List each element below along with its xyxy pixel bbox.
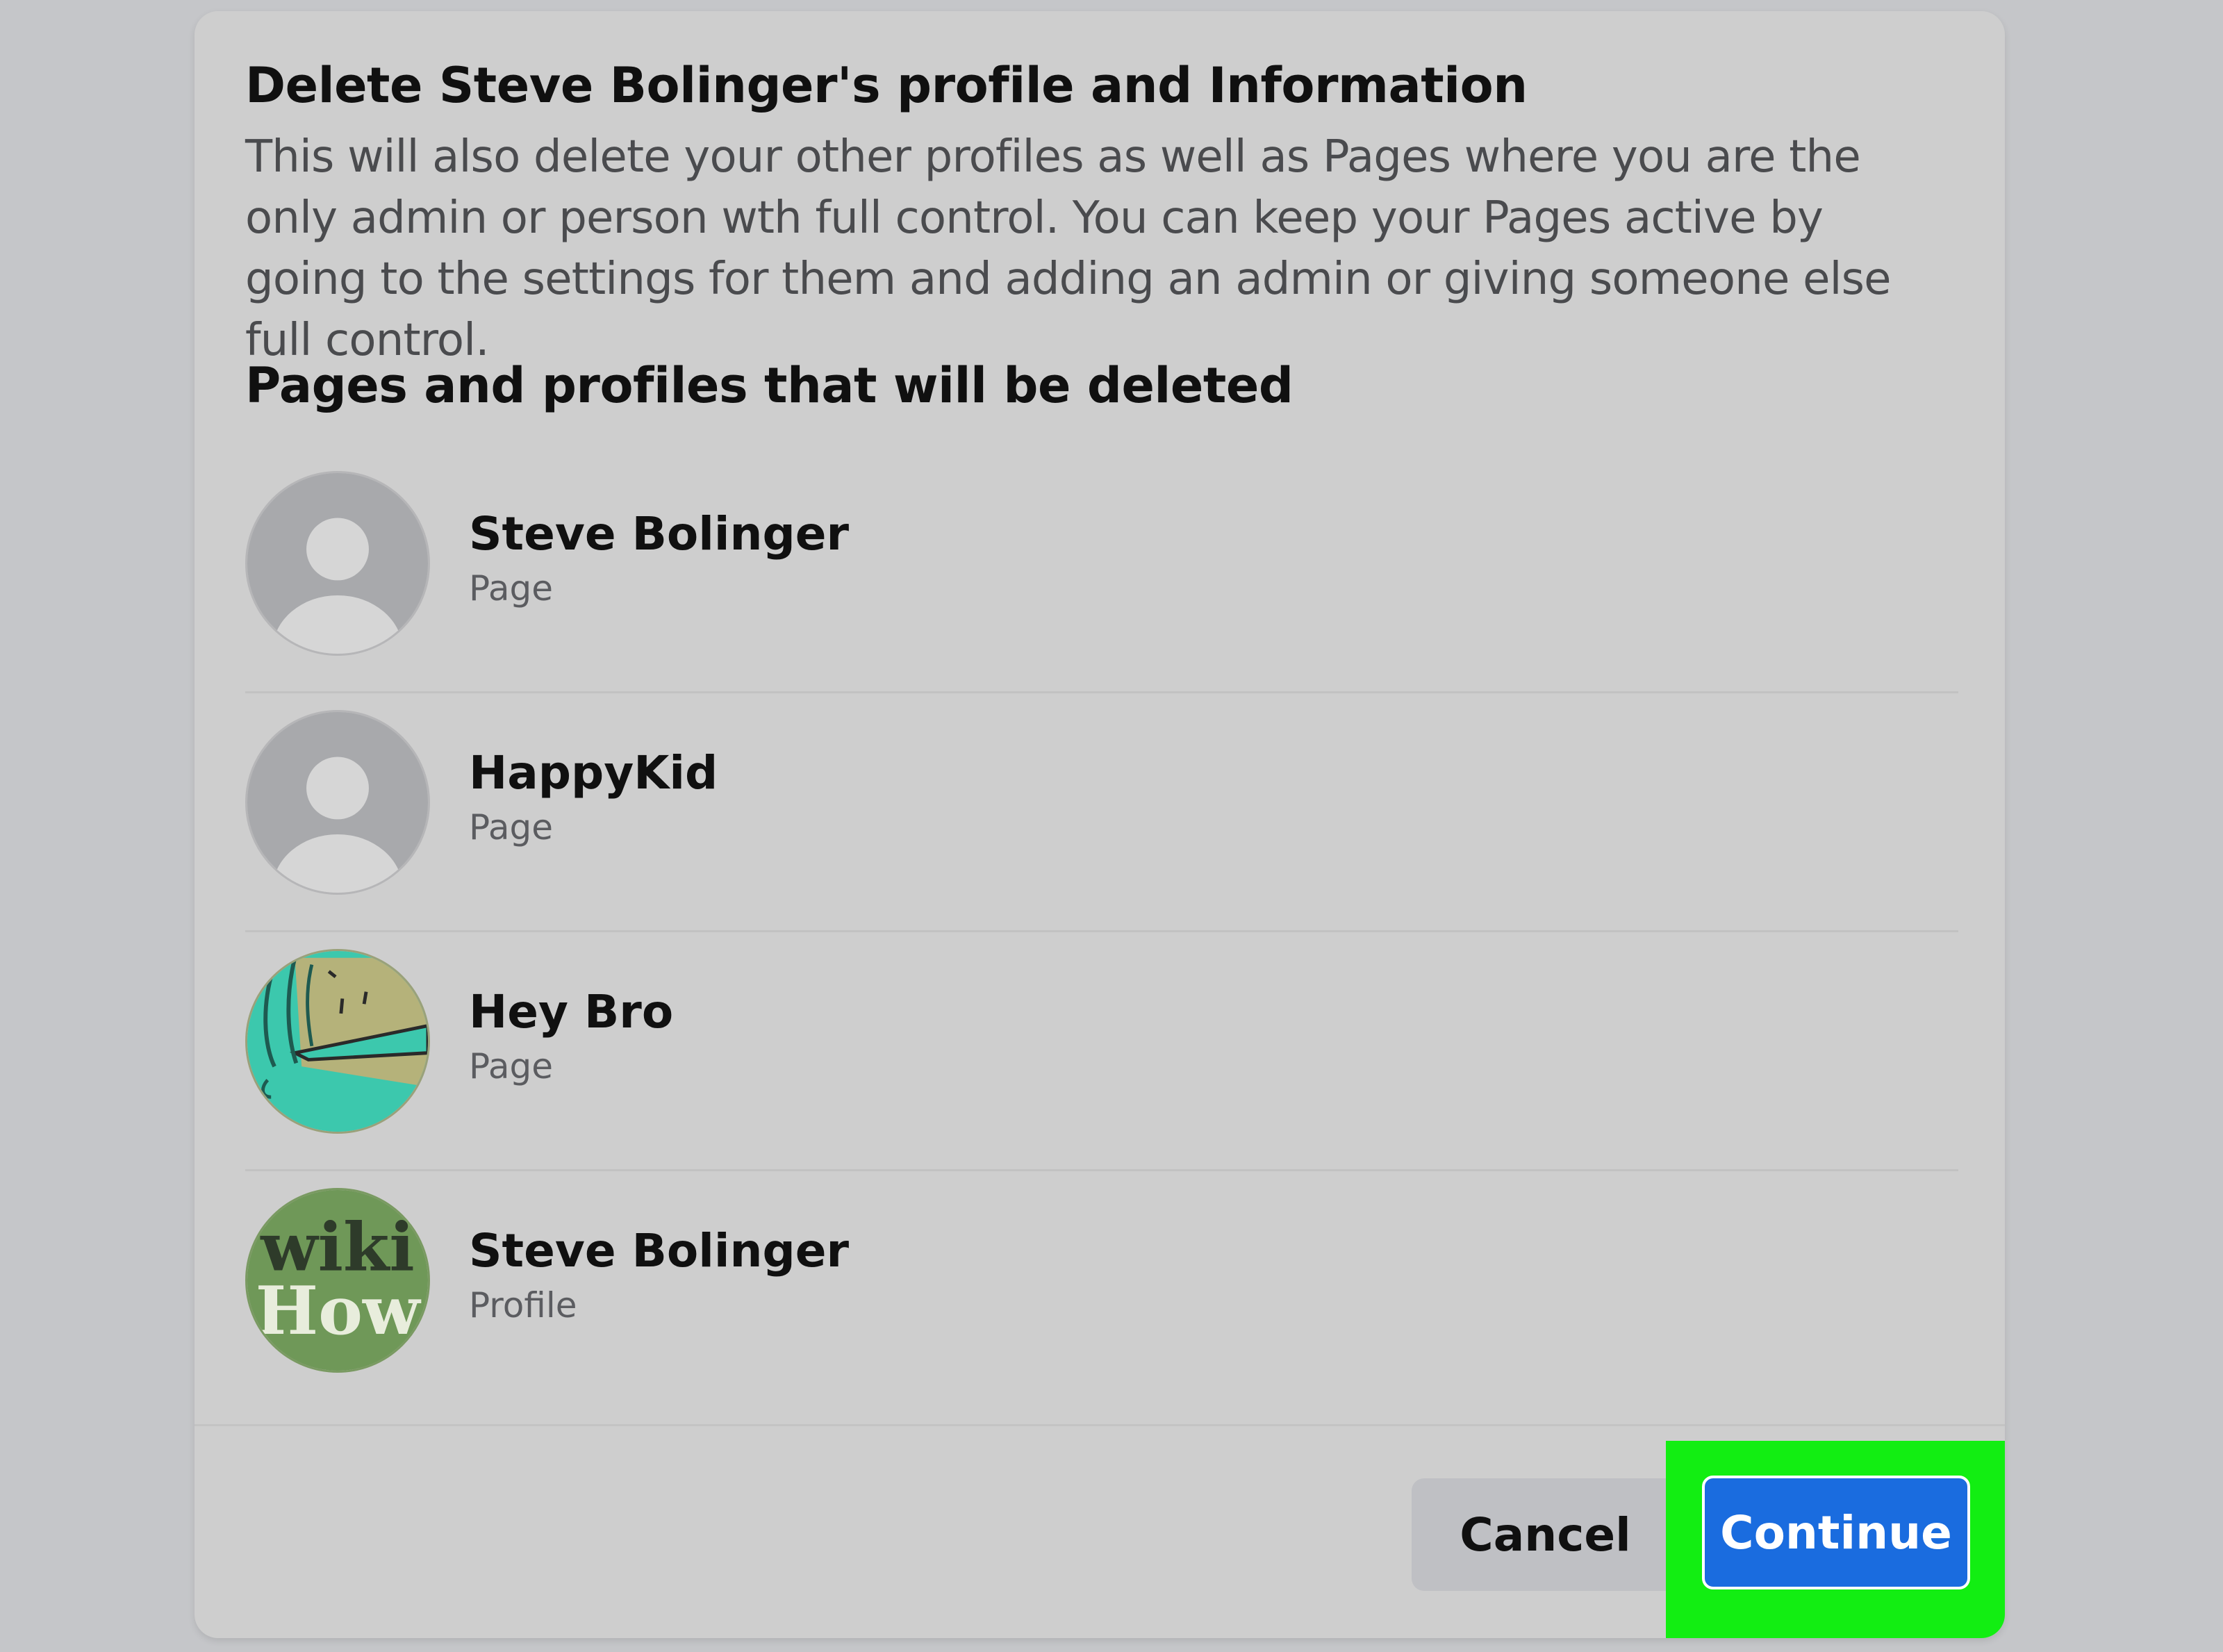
svg-text:How: How [256, 1271, 422, 1350]
wikihow-logo: wiki How [247, 1190, 428, 1371]
list-item: wiki How Steve Bolinger Profile [245, 1169, 1958, 1420]
item-type: Page [469, 807, 554, 848]
item-name: Steve Bolinger [469, 1224, 850, 1278]
list-item: Steve Bolinger Page [245, 464, 1958, 703]
list-item: Hey Bro Page [245, 930, 1958, 1181]
list-item: HappyKid Page [245, 691, 1958, 942]
person-silhouette-icon [247, 473, 428, 654]
default-person-avatar-icon [245, 471, 430, 656]
default-person-avatar-icon [245, 710, 430, 895]
illustration-icon [247, 951, 428, 1132]
footer-divider [195, 1424, 2005, 1426]
continue-button[interactable]: Continue [1702, 1476, 1970, 1589]
item-type: Profile [469, 1285, 577, 1325]
person-silhouette-icon [247, 712, 428, 893]
delete-profile-dialog: Delete Steve Bolinger's profile and Info… [195, 11, 2005, 1638]
item-name: Steve Bolinger [469, 507, 850, 561]
item-type: Page [469, 1046, 554, 1087]
cancel-button[interactable]: Cancel [1412, 1478, 1679, 1591]
item-name: Hey Bro [469, 985, 674, 1039]
illustrated-avatar-icon [245, 949, 430, 1134]
item-type: Page [469, 568, 554, 609]
item-name: HappyKid [469, 746, 718, 800]
section-title: Pages and profiles that will be deleted [245, 357, 1294, 414]
wikihow-logo-icon: wiki How [245, 1188, 430, 1373]
dialog-title: Delete Steve Bolinger's profile and Info… [245, 57, 1528, 114]
dialog-description: This will also delete your other profile… [245, 131, 1892, 366]
deletion-list: Steve Bolinger Page HappyKid Page Hey Br… [245, 464, 1958, 1420]
